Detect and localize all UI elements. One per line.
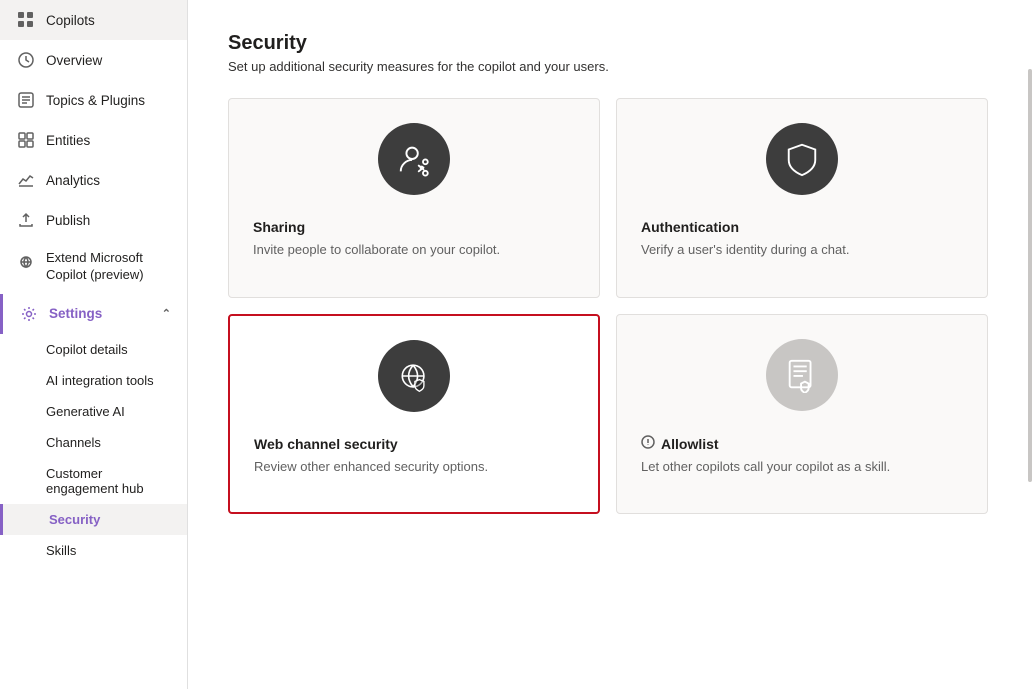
allowlist-icon-circle <box>766 339 838 411</box>
publish-icon <box>16 210 36 230</box>
entities-icon <box>16 130 36 150</box>
web-channel-card-desc: Review other enhanced security options. <box>254 458 488 476</box>
allowlist-card-title: Allowlist <box>661 436 719 452</box>
sharing-icon-circle <box>378 123 450 195</box>
web-channel-icon-circle <box>378 340 450 412</box>
sidebar: Copilots Overview Topics & Plugins <box>0 0 188 689</box>
allowlist-icon <box>641 435 655 452</box>
chevron-up-icon: ⌃ <box>162 307 171 320</box>
sidebar-item-label: Entities <box>46 133 90 148</box>
authentication-icon-circle <box>766 123 838 195</box>
sidebar-item-copilots[interactable]: Copilots <box>0 0 187 40</box>
authentication-card[interactable]: Authentication Verify a user's identity … <box>616 98 988 298</box>
sharing-card-title: Sharing <box>253 219 305 235</box>
sidebar-item-label: Settings <box>49 306 102 321</box>
sub-item-label: Customer engagement hub <box>46 466 171 496</box>
extend-icon <box>16 252 36 272</box>
sub-item-label: Channels <box>46 435 101 450</box>
sharing-card-desc: Invite people to collaborate on your cop… <box>253 241 500 259</box>
sub-item-label: Security <box>49 512 100 527</box>
sidebar-item-topics[interactable]: Topics & Plugins <box>0 80 187 120</box>
web-channel-security-card[interactable]: Web channel security Review other enhanc… <box>228 314 600 514</box>
allowlist-card-desc: Let other copilots call your copilot as … <box>641 458 890 476</box>
sidebar-item-settings[interactable]: Settings ⌃ <box>0 294 187 334</box>
sidebar-item-entities[interactable]: Entities <box>0 120 187 160</box>
overview-icon <box>16 50 36 70</box>
page-title: Security <box>228 32 992 55</box>
sidebar-item-overview[interactable]: Overview <box>0 40 187 80</box>
sidebar-item-label: Topics & Plugins <box>46 93 145 108</box>
sidebar-item-label: Publish <box>46 213 90 228</box>
sidebar-item-extend[interactable]: Extend Microsoft Copilot (preview) <box>0 240 187 294</box>
authentication-card-title: Authentication <box>641 219 739 235</box>
sidebar-sub-item-customer-engagement[interactable]: Customer engagement hub <box>0 458 187 504</box>
sidebar-sub-item-skills[interactable]: Skills <box>0 535 187 566</box>
allowlist-card[interactable]: Allowlist Let other copilots call your c… <box>616 314 988 514</box>
cards-grid: Sharing Invite people to collaborate on … <box>228 98 988 514</box>
page-subtitle: Set up additional security measures for … <box>228 59 992 74</box>
sidebar-item-label: Overview <box>46 53 102 68</box>
sub-item-label: Generative AI <box>46 404 125 419</box>
sidebar-sub-item-channels[interactable]: Channels <box>0 427 187 458</box>
allowlist-card-title-row: Allowlist <box>641 435 719 452</box>
sub-item-label: Skills <box>46 543 76 558</box>
authentication-card-desc: Verify a user's identity during a chat. <box>641 241 849 259</box>
settings-icon <box>19 304 39 324</box>
sharing-card[interactable]: Sharing Invite people to collaborate on … <box>228 98 600 298</box>
sidebar-item-publish[interactable]: Publish <box>0 200 187 240</box>
topics-icon <box>16 90 36 110</box>
main-content: Security Set up additional security meas… <box>188 0 1032 689</box>
sub-item-label: Copilot details <box>46 342 128 357</box>
analytics-icon <box>16 170 36 190</box>
sub-item-label: AI integration tools <box>46 373 154 388</box>
web-channel-card-title: Web channel security <box>254 436 398 452</box>
sidebar-item-analytics[interactable]: Analytics <box>0 160 187 200</box>
sidebar-sub-item-ai-integration[interactable]: AI integration tools <box>0 365 187 396</box>
sidebar-item-label: Analytics <box>46 173 100 188</box>
sidebar-sub-item-generative-ai[interactable]: Generative AI <box>0 396 187 427</box>
sidebar-item-label: Copilots <box>46 13 95 28</box>
sidebar-sub-item-copilot-details[interactable]: Copilot details <box>0 334 187 365</box>
sidebar-item-label: Extend Microsoft Copilot (preview) <box>46 250 171 284</box>
sidebar-sub-item-security[interactable]: Security <box>0 504 187 535</box>
grid-icon <box>16 10 36 30</box>
